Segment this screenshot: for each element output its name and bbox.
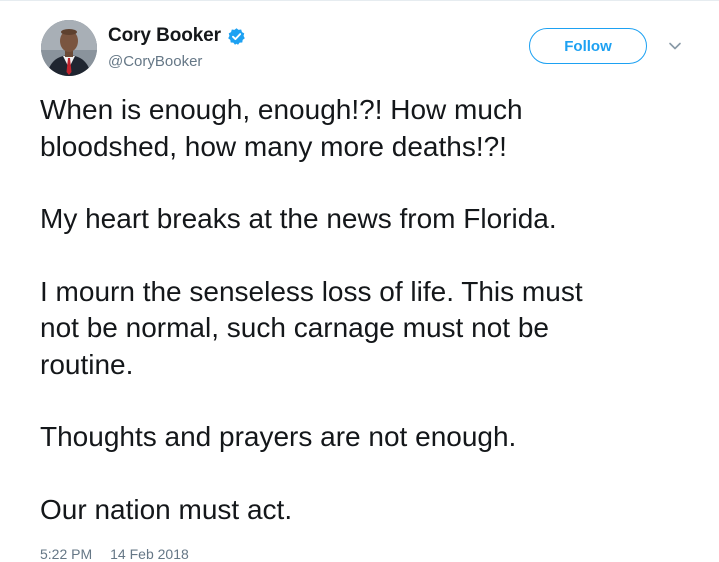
tweet-paragraph: When is enough, enough!?! How much blood… xyxy=(40,94,523,162)
tweet-time: 5:22 PM xyxy=(40,546,93,562)
tweet-paragraph: My heart breaks at the news from Florida… xyxy=(40,203,557,234)
name-row: Cory Booker xyxy=(108,24,246,48)
follow-button[interactable]: Follow xyxy=(529,28,647,64)
user-handle[interactable]: @CoryBooker xyxy=(108,53,202,70)
verified-badge-icon xyxy=(227,27,246,46)
tweet-paragraph: Thoughts and prayers are not enough. xyxy=(40,421,517,452)
tweet-timestamp[interactable]: 5:22 PM 14 Feb 2018 xyxy=(40,546,189,562)
tweet-paragraph: Our nation must act. xyxy=(40,493,293,525)
display-name[interactable]: Cory Booker xyxy=(108,25,221,47)
tweet-text: When is enough, enough!?! How much blood… xyxy=(40,92,700,528)
tweet-date: 14 Feb 2018 xyxy=(110,546,189,562)
tweet-card: Cory Booker @CoryBooker Follow When is e… xyxy=(0,0,719,562)
tweet-paragraph: I mourn the senseless loss of life. This… xyxy=(40,275,583,380)
profile-photo-icon xyxy=(41,20,97,76)
avatar[interactable] xyxy=(41,20,97,76)
chevron-down-icon[interactable] xyxy=(668,39,682,53)
